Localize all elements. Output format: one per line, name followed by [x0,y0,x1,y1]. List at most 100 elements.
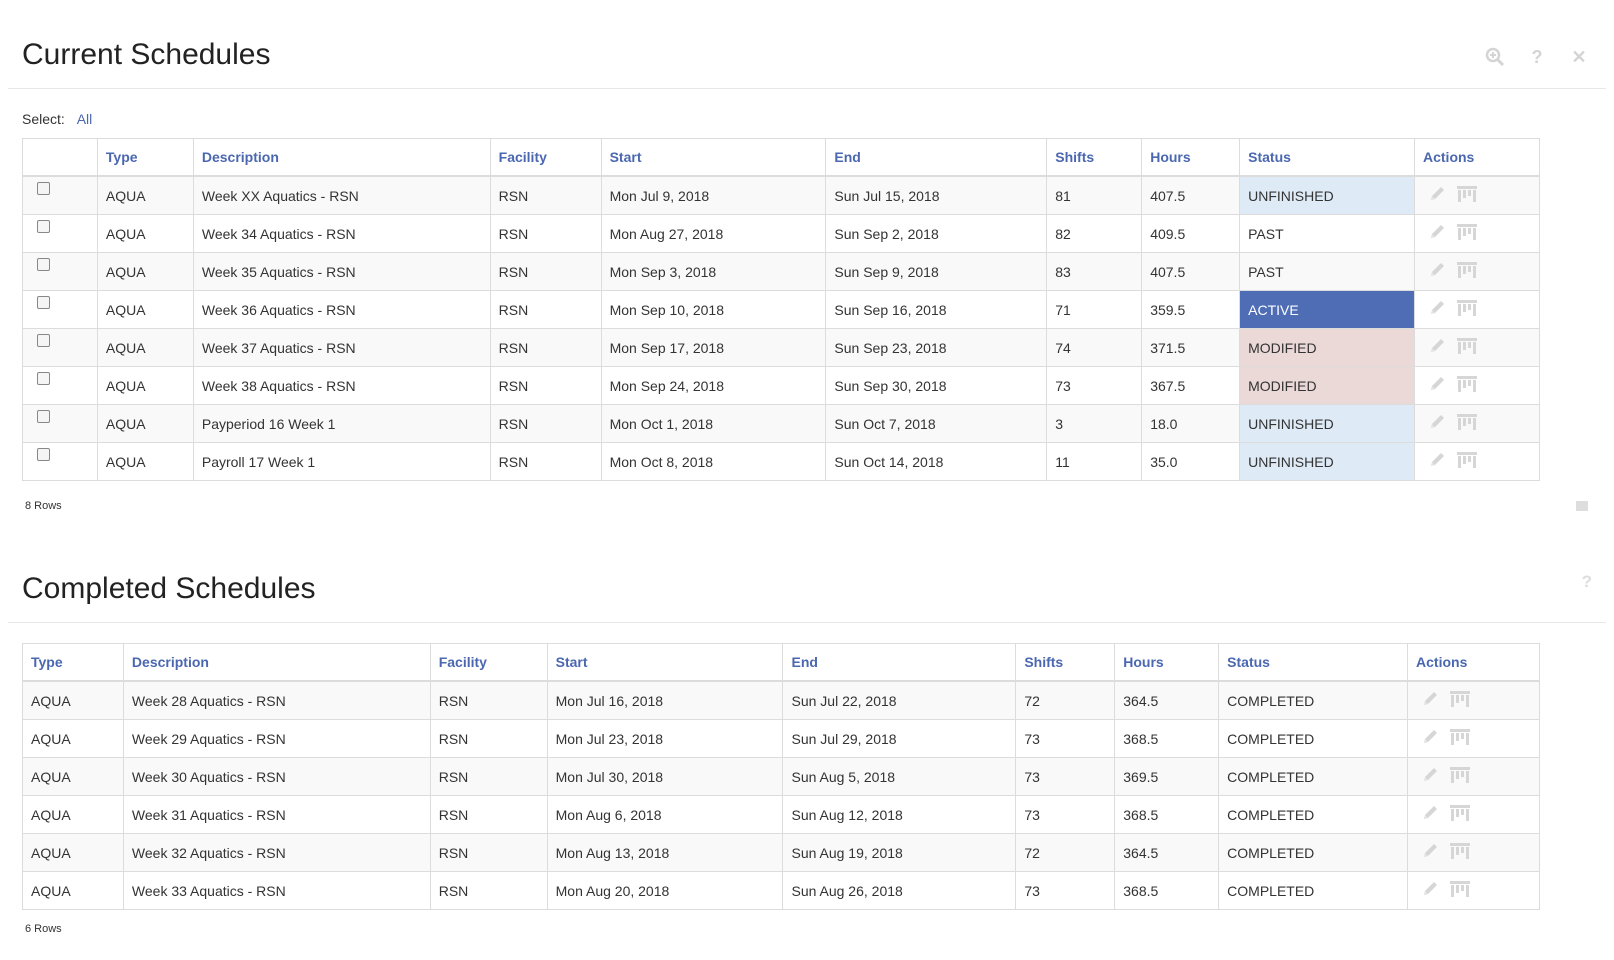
column-header-description[interactable]: Description [123,643,431,682]
actions-cell [1414,214,1540,253]
edit-pencil-icon[interactable] [1422,805,1440,824]
cell-shifts: 73 [1046,366,1143,405]
edit-pencil-icon[interactable] [1422,729,1440,748]
column-header-hours[interactable]: Hours [1141,138,1241,177]
schedule-grid-icon[interactable] [1457,262,1477,281]
schedule-grid-icon[interactable] [1450,881,1471,900]
schedule-grid-icon[interactable] [1457,338,1477,357]
table-row[interactable]: AQUA Payroll 17 Week 1 RSN Mon Oct 8, 2018 S… [22,442,1540,481]
help-icon[interactable]: ? [1582,572,1592,592]
help-icon[interactable]: ? [1526,46,1548,68]
column-header-type[interactable]: Type [97,138,194,177]
edit-pencil-icon[interactable] [1429,300,1447,319]
select-all-link[interactable]: All [77,111,93,127]
schedule-grid-icon[interactable] [1450,691,1471,710]
table-header-row: Type Description Facility Start End Shifts Hou… [22,643,1540,682]
cell-facility: RSN [490,290,602,329]
cell-start: Mon Jul 16, 2018 [547,680,784,720]
cell-description: Week 36 Aquatics - RSN [193,290,491,329]
export-icon[interactable] [1576,501,1588,511]
schedule-grid-icon[interactable] [1457,376,1477,395]
table-row[interactable]: AQUA Week 38 Aquatics - RSN RSN Mon Sep 24,… [22,366,1540,405]
cell-description: Week 30 Aquatics - RSN [123,757,431,796]
table-row[interactable]: AQUA Payperiod 16 Week 1 RSN Mon Oct 1, 201… [22,404,1540,443]
schedule-grid-icon[interactable] [1450,843,1471,862]
table-row[interactable]: AQUA Week 30 Aquatics - RSN RSN Mon Jul 30,… [22,757,1540,796]
schedule-grid-icon[interactable] [1450,729,1471,748]
cell-type: AQUA [97,328,194,367]
table-row[interactable]: AQUA Week 36 Aquatics - RSN RSN Mon Sep 10,… [22,290,1540,329]
edit-pencil-icon[interactable] [1429,452,1447,471]
edit-pencil-icon[interactable] [1429,338,1447,357]
cell-hours: 35.0 [1141,442,1241,481]
row-checkbox[interactable] [37,219,50,233]
cell-description: Week 28 Aquatics - RSN [123,680,431,720]
edit-pencil-icon[interactable] [1422,843,1440,862]
actions-cell [1414,252,1540,291]
edit-pencil-icon[interactable] [1429,414,1447,433]
edit-pencil-icon[interactable] [1429,224,1447,243]
table-row[interactable]: AQUA Week 34 Aquatics - RSN RSN Mon Aug 27,… [22,214,1540,253]
edit-pencil-icon[interactable] [1429,262,1447,281]
table-row[interactable]: AQUA Week 32 Aquatics - RSN RSN Mon Aug 13,… [22,833,1540,872]
column-header-facility[interactable]: Facility [430,643,548,682]
select-cell [22,328,98,367]
column-header-status[interactable]: Status [1218,643,1409,682]
schedule-grid-icon[interactable] [1450,805,1471,824]
column-header-end[interactable]: End [782,643,1017,682]
edit-pencil-icon[interactable] [1422,767,1440,786]
cell-facility: RSN [430,719,548,758]
edit-pencil-icon[interactable] [1429,186,1447,205]
cell-hours: 18.0 [1141,404,1241,443]
table-header-row: Type Description Facility Start End Shifts Hou… [22,138,1540,177]
row-checkbox[interactable] [37,295,50,309]
actions-cell [1414,175,1540,215]
column-header-shifts[interactable]: Shifts [1046,138,1143,177]
column-header-shifts[interactable]: Shifts [1015,643,1116,682]
column-header-end[interactable]: End [825,138,1048,177]
row-checkbox[interactable] [37,371,50,385]
edit-pencil-icon[interactable] [1422,691,1440,710]
cell-hours: 368.5 [1114,871,1220,910]
cell-end: Sun Aug 26, 2018 [782,871,1017,910]
row-checkbox[interactable] [37,257,50,271]
table-row[interactable]: AQUA Week 31 Aquatics - RSN RSN Mon Aug 6, … [22,795,1540,834]
schedule-grid-icon[interactable] [1457,224,1477,243]
completed-rows-count: 6 Rows [25,923,62,935]
select-cell [22,404,98,443]
schedule-grid-icon[interactable] [1457,414,1477,433]
schedule-grid-icon[interactable] [1457,300,1477,319]
column-header-status[interactable]: Status [1239,138,1415,177]
row-checkbox[interactable] [37,447,50,461]
actions-group [1423,224,1531,243]
column-header-facility[interactable]: Facility [490,138,602,177]
column-header-start[interactable]: Start [601,138,827,177]
table-row[interactable]: AQUA Week 35 Aquatics - RSN RSN Mon Sep 3, … [22,252,1540,291]
column-header-actions[interactable]: Actions [1407,643,1540,682]
status-cell: COMPLETED [1218,833,1409,872]
row-checkbox[interactable] [37,333,50,347]
cell-hours: 367.5 [1141,366,1241,405]
zoom-in-icon[interactable] [1484,46,1506,68]
row-checkbox[interactable] [37,181,50,195]
column-header-type[interactable]: Type [22,643,124,682]
schedule-grid-icon[interactable] [1457,452,1477,471]
schedule-grid-icon[interactable] [1450,767,1471,786]
edit-pencil-icon[interactable] [1429,376,1447,395]
column-header-hours[interactable]: Hours [1114,643,1220,682]
schedule-grid-icon[interactable] [1457,186,1477,205]
column-header-description[interactable]: Description [193,138,491,177]
table-row[interactable]: AQUA Week 33 Aquatics - RSN RSN Mon Aug 20,… [22,871,1540,910]
table-row[interactable]: AQUA Week 37 Aquatics - RSN RSN Mon Sep 17,… [22,328,1540,367]
table-row[interactable]: AQUA Week 28 Aquatics - RSN RSN Mon Jul 16,… [22,680,1540,720]
cell-description: Payperiod 16 Week 1 [193,404,491,443]
cell-end: Sun Jul 15, 2018 [825,175,1048,215]
column-header-actions[interactable]: Actions [1414,138,1540,177]
close-icon[interactable]: ✕ [1568,46,1590,68]
row-checkbox[interactable] [37,409,50,423]
table-row[interactable]: AQUA Week 29 Aquatics - RSN RSN Mon Jul 23,… [22,719,1540,758]
edit-pencil-icon[interactable] [1422,881,1440,900]
column-header-start[interactable]: Start [547,643,784,682]
table-row[interactable]: AQUA Week XX Aquatics - RSN RSN Mon Jul 9, … [22,175,1540,215]
cell-start: Mon Aug 6, 2018 [547,795,784,834]
